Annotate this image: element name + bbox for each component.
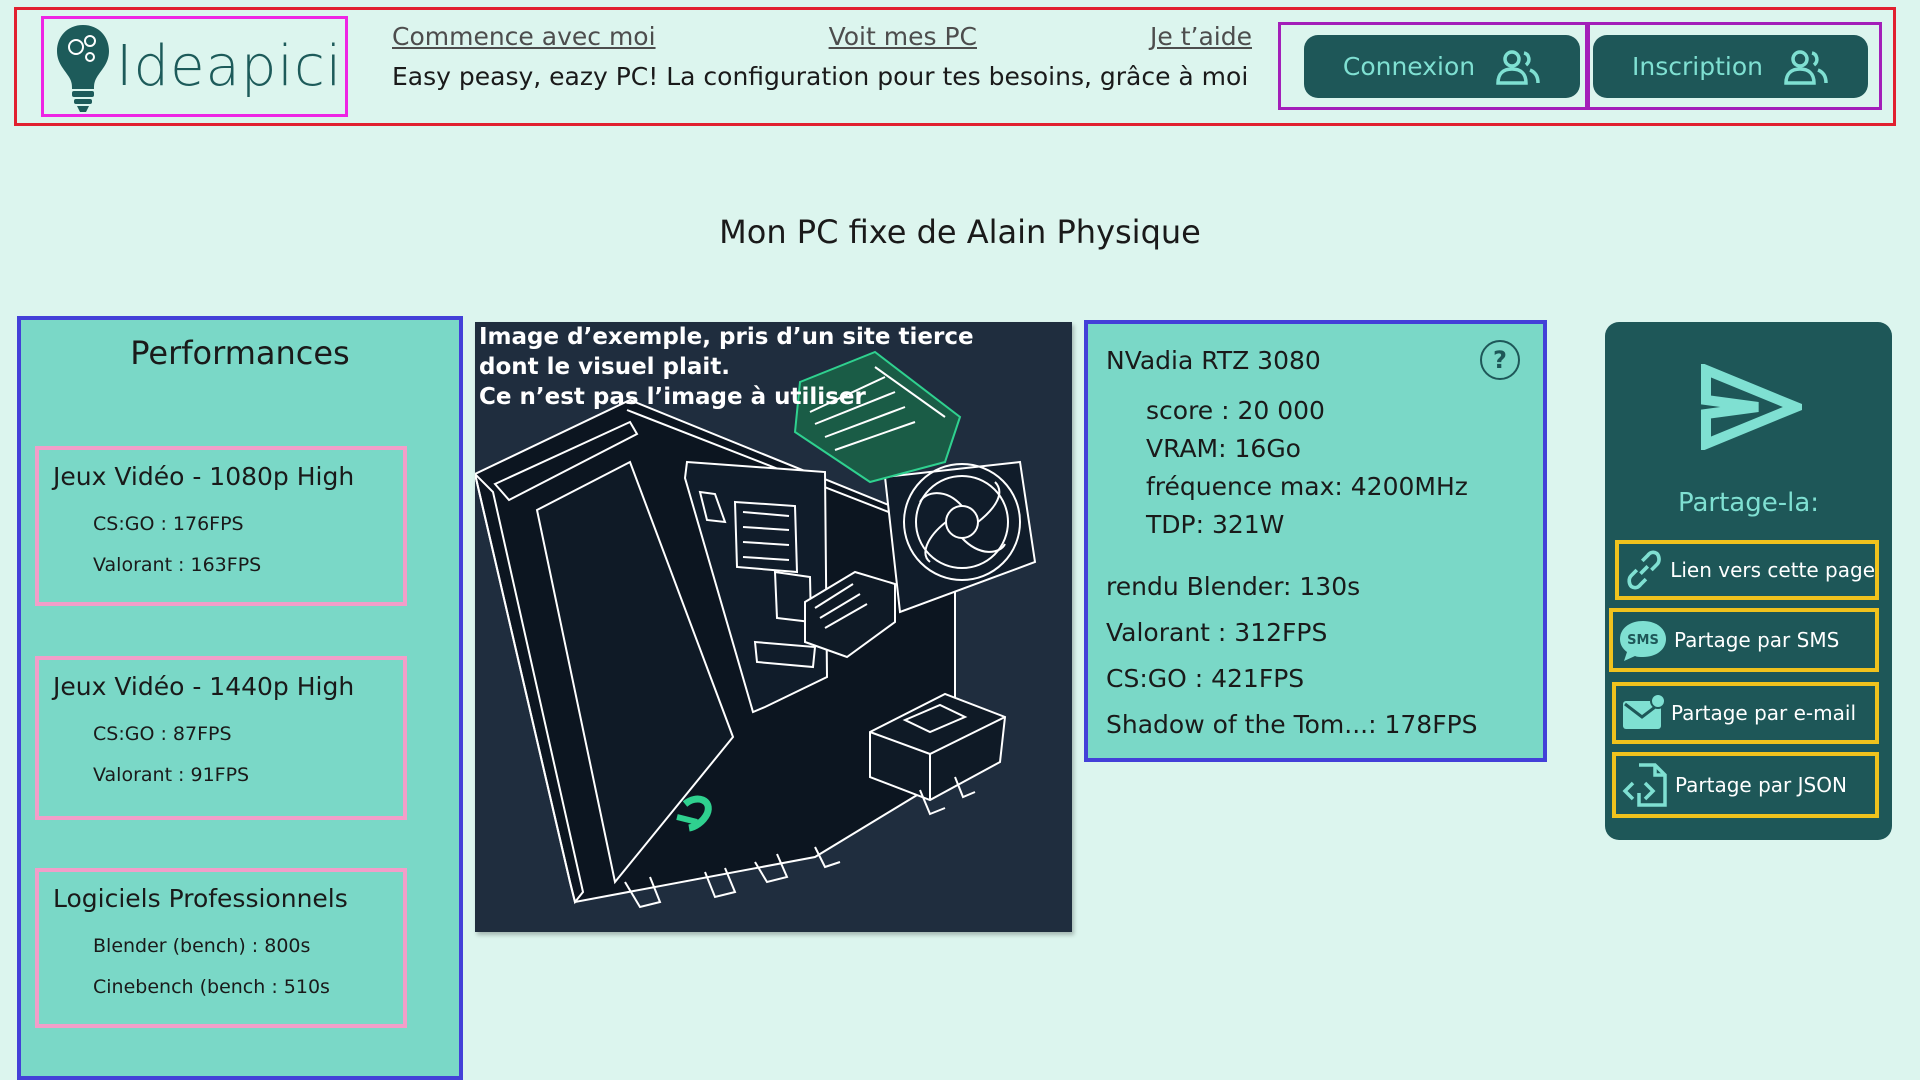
login-wrapper: Connexion [1278, 22, 1588, 110]
gpu-panel: NVadia RTZ 3080 ? score : 20 000 VRAM: 1… [1084, 320, 1547, 762]
caption-line: dont le visuel plait. [479, 354, 731, 380]
nav-commence[interactable]: Commence avec moi [392, 22, 656, 51]
signup-wrapper: Inscription [1587, 22, 1882, 110]
share-sms-button[interactable]: SMS Partage par SMS [1609, 608, 1879, 672]
caption-line: Ce n’est pas l’image à utiliser [479, 384, 866, 410]
perf-row: Valorant : 163FPS [93, 554, 262, 576]
share-title: Partage-la: [1677, 488, 1820, 518]
logo-text: Ideapici [116, 34, 343, 99]
link-icon [1627, 550, 1661, 590]
code-file-icon [1622, 763, 1667, 807]
nav-aide[interactable]: Je t’aide [1150, 22, 1252, 51]
login-label: Connexion [1342, 52, 1476, 81]
share-sms-label: Partage par SMS [1674, 628, 1840, 652]
perf-row: Blender (bench) : 800s [93, 935, 311, 957]
caption-line: Image d’exemple, pris d’un site tierce [479, 324, 974, 350]
share-panel: Partage-la: Lien vers cette page SMS Par… [1605, 322, 1892, 840]
svg-text:SMS: SMS [1627, 633, 1659, 648]
perf-card-pro: Logiciels Professionnels Blender (bench)… [35, 868, 407, 1028]
logo[interactable]: Ideapici [41, 16, 348, 117]
gpu-bench: Valorant : 312FPS [1106, 618, 1328, 647]
perf-card-title: Jeux Vidéo - 1080p High [53, 462, 355, 491]
perf-row: CS:GO : 87FPS [93, 723, 232, 745]
share-email-label: Partage par e-mail [1671, 701, 1856, 725]
share-link-button[interactable]: Lien vers cette page [1615, 540, 1879, 600]
gpu-spec: score : 20 000 [1146, 396, 1325, 425]
perf-row: CS:GO : 176FPS [93, 513, 244, 535]
pc-image-panel: Image d’exemple, pris d’un site tierce d… [475, 322, 1072, 932]
share-link-label: Lien vers cette page [1670, 558, 1875, 582]
perf-card-title: Logiciels Professionnels [53, 884, 348, 913]
signup-button[interactable]: Inscription [1593, 35, 1868, 98]
main-nav: Commence avec moi Voit mes PC Je t’aide [392, 22, 1252, 51]
page-title: Mon PC fixe de Alain Physique [719, 213, 1201, 251]
users-icon [1784, 49, 1828, 85]
email-icon [1623, 693, 1665, 729]
performances-panel: Performances Jeux Vidéo - 1080p High CS:… [17, 316, 463, 1080]
perf-row: Valorant : 91FPS [93, 764, 250, 786]
gpu-spec: TDP: 321W [1146, 510, 1285, 539]
users-icon [1496, 49, 1540, 85]
tagline: Easy peasy, eazy PC! La configuration po… [392, 62, 1249, 91]
image-caption: Image d’exemple, pris d’un site tierce d… [479, 322, 974, 412]
perf-card-1440p: Jeux Vidéo - 1440p High CS:GO : 87FPS Va… [35, 656, 407, 820]
share-json-button[interactable]: Partage par JSON [1612, 752, 1879, 818]
signup-label: Inscription [1632, 52, 1763, 81]
share-email-button[interactable]: Partage par e-mail [1612, 682, 1879, 744]
sms-icon: SMS [1620, 621, 1666, 661]
perf-card-1080p: Jeux Vidéo - 1080p High CS:GO : 176FPS V… [35, 446, 407, 606]
performances-title: Performances [130, 334, 350, 372]
login-button[interactable]: Connexion [1304, 35, 1580, 98]
gpu-spec: fréquence max: 4200MHz [1146, 472, 1468, 501]
header: Ideapici Commence avec moi Voit mes PC J… [14, 7, 1896, 126]
gpu-spec: VRAM: 16Go [1146, 434, 1301, 463]
gpu-bench: rendu Blender: 130s [1106, 572, 1361, 601]
nav-mes-pc[interactable]: Voit mes PC [829, 22, 977, 51]
share-json-label: Partage par JSON [1675, 773, 1847, 797]
gpu-name: NVadia RTZ 3080 [1106, 346, 1321, 375]
gpu-bench: CS:GO : 421FPS [1106, 664, 1305, 693]
help-button[interactable]: ? [1480, 340, 1520, 380]
lightbulb-icon [57, 24, 109, 112]
send-icon [1701, 364, 1802, 450]
perf-row: Cinebench (bench : 510s [93, 976, 330, 998]
perf-card-title: Jeux Vidéo - 1440p High [53, 672, 355, 701]
gpu-bench: Shadow of the Tom...: 178FPS [1106, 710, 1478, 739]
pc-case-illustration-icon [475, 350, 1037, 909]
